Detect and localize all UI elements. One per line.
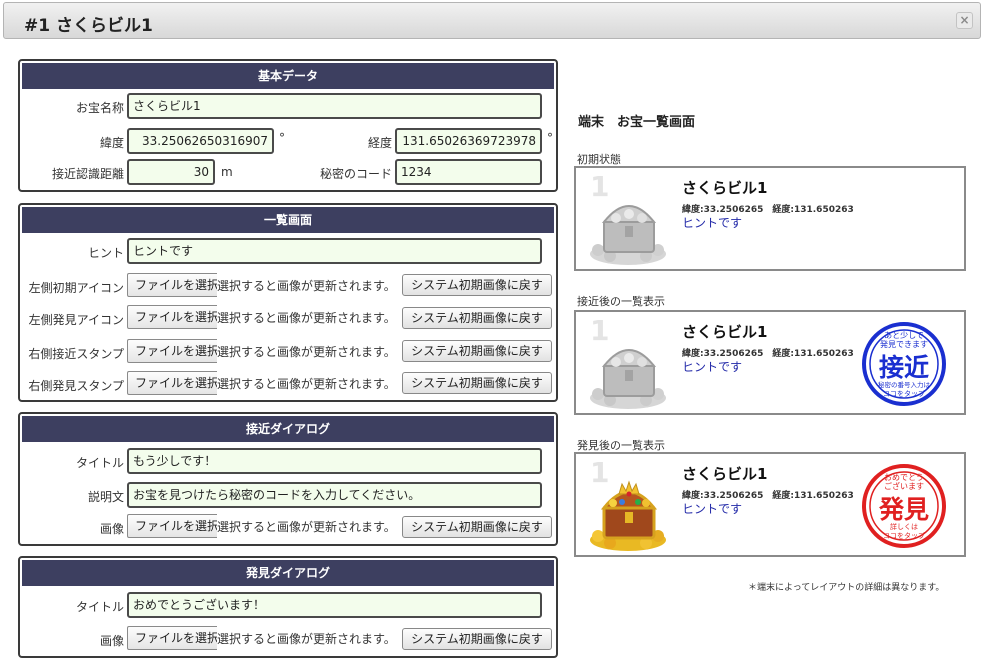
found-stamp-top: おめでとう (884, 473, 924, 482)
code-label: 秘密のコード (319, 167, 392, 181)
near-stamp-icon: あと少しで 発見できます 接近 秘密の番号入力は ココをタップ (862, 322, 946, 406)
near-image-reset-button[interactable]: システム初期画像に戻す (402, 516, 552, 538)
right-near-reset-button[interactable]: システム初期画像に戻す (402, 340, 552, 362)
basic-data-header: 基本データ (22, 63, 554, 89)
name-field[interactable]: さくらビル1 (127, 93, 542, 119)
card-hint: ヒントです (682, 216, 743, 230)
basic-data-panel: 基本データ お宝名称 さくらビル1 緯度 33.25062650316907 °… (18, 59, 558, 192)
found-stamp-icon: おめでとう ございます 発見 詳しくは ココをタップ (862, 464, 946, 548)
layout-footnote: ＊端末によってレイアウトの詳細は異なります。 (748, 583, 945, 593)
near-stamp-bottom2: ココをタップ (883, 389, 925, 398)
near-image-label: 画像 (99, 522, 124, 536)
near-image-file-note: 選択すると画像が更新されます。 (217, 520, 396, 534)
left-init-reset-button[interactable]: システム初期画像に戻す (402, 274, 552, 296)
card-name: さくらビル1 (682, 465, 768, 483)
found-image-file-note: 選択すると画像が更新されます。 (217, 632, 396, 646)
preview-card-found[interactable]: 1 さくらビル1 緯度:33.2506265 経度:131.650263 ヒント… (574, 452, 966, 557)
found-stamp-main: 発見 (878, 495, 929, 524)
initial-state-label: 初期状態 (577, 153, 621, 166)
lat-field[interactable]: 33.25062650316907 (127, 128, 274, 154)
near-stamp-bottom: 秘密の番号入力は (878, 380, 931, 389)
found-dialog-panel: 発見ダイアログ タイトル おめでとうございます！ 画像 ファイルを選択 選択する… (18, 556, 558, 658)
treasure-chest-icon (590, 480, 666, 551)
treasure-chest-gray-icon (590, 205, 666, 265)
right-near-file-note: 選択すると画像が更新されます。 (217, 345, 396, 359)
found-dialog-header: 発見ダイアログ (22, 560, 554, 586)
left-found-file-note: 選択すると画像が更新されます。 (217, 311, 396, 325)
card-hint: ヒントです (682, 360, 743, 374)
near-stamp-main: 接近 (879, 353, 929, 382)
left-found-reset-button[interactable]: システム初期画像に戻す (402, 307, 552, 329)
near-title-label: タイトル (75, 456, 124, 470)
near-stamp-top2: 発見できます (880, 340, 928, 349)
left-init-file-note: 選択すると画像が更新されます。 (217, 279, 396, 293)
near-desc-label: 説明文 (87, 490, 124, 504)
found-image-file-button[interactable]: ファイルを選択 (127, 626, 217, 650)
near-dialog-panel: 接近ダイアログ タイトル もう少しです！ 説明文 お宝を見つけたら秘密のコードを… (18, 412, 558, 546)
left-init-icon-label: 左側初期アイコン (28, 281, 124, 295)
found-image-label: 画像 (99, 634, 124, 648)
found-stamp-bottom2: ココをタップ (883, 531, 925, 540)
close-icon[interactable]: × (956, 12, 973, 29)
lat-unit: ° (279, 131, 285, 145)
right-near-stamp-label: 右側接近スタンプ (28, 347, 124, 361)
near-desc-field[interactable]: お宝を見つけたら秘密のコードを入力してください。 (127, 482, 542, 508)
left-found-icon-label: 左側発見アイコン (28, 313, 124, 327)
near-stamp-top: あと少しで (884, 331, 924, 340)
preview-card-initial[interactable]: 1 さくらビル1 緯度:33.2506265 経度:131.650263 ヒント… (574, 166, 966, 271)
lng-unit: ° (547, 131, 553, 145)
found-stamp-top2: ございます (884, 481, 924, 491)
found-title-label: タイトル (75, 600, 124, 614)
left-init-file-button[interactable]: ファイルを選択 (127, 273, 217, 297)
list-screen-header: 一覧画面 (22, 207, 554, 233)
dialog-title: #1 さくらビル1 (24, 16, 153, 36)
right-found-stamp-label: 右側発見スタンプ (28, 379, 124, 393)
right-found-reset-button[interactable]: システム初期画像に戻す (402, 372, 552, 394)
dialog-titlebar: #1 さくらビル1 × (3, 2, 981, 39)
right-near-file-button[interactable]: ファイルを選択 (127, 339, 217, 363)
found-title-field[interactable]: おめでとうございます！ (127, 592, 542, 618)
lng-field[interactable]: 131.65026369723978 (395, 128, 542, 154)
near-title-field[interactable]: もう少しです！ (127, 448, 542, 474)
near-image-file-button[interactable]: ファイルを選択 (127, 514, 217, 538)
distance-field[interactable]: 30 (127, 159, 215, 185)
preview-card-near[interactable]: 1 さくらビル1 緯度:33.2506265 経度:131.650263 ヒント… (574, 310, 966, 415)
lat-label: 緯度 (99, 136, 124, 150)
near-state-label: 接近後の一覧表示 (577, 295, 665, 308)
code-field[interactable]: 1234 (395, 159, 542, 185)
right-found-file-button[interactable]: ファイルを選択 (127, 371, 217, 395)
right-found-file-note: 選択すると画像が更新されます。 (217, 377, 396, 391)
lng-label: 経度 (367, 136, 392, 150)
found-image-reset-button[interactable]: システム初期画像に戻す (402, 628, 552, 650)
card-hint: ヒントです (682, 502, 743, 516)
hint-label: ヒント (87, 246, 124, 260)
hint-field[interactable]: ヒントです (127, 238, 542, 264)
distance-unit: m (221, 165, 233, 179)
preview-title: 端末 お宝一覧画面 (578, 115, 696, 130)
found-state-label: 発見後の一覧表示 (577, 439, 665, 452)
near-dialog-header: 接近ダイアログ (22, 416, 554, 442)
list-screen-panel: 一覧画面 ヒント ヒントです 左側初期アイコン ファイルを選択 選択すると画像が… (18, 203, 558, 402)
treasure-chest-gray-icon (590, 349, 666, 409)
card-name: さくらビル1 (682, 179, 768, 197)
left-found-file-button[interactable]: ファイルを選択 (127, 305, 217, 329)
found-stamp-bottom: 詳しくは (890, 522, 918, 531)
distance-label: 接近認識距離 (51, 167, 124, 181)
name-label: お宝名称 (75, 101, 124, 115)
card-name: さくらビル1 (682, 323, 768, 341)
